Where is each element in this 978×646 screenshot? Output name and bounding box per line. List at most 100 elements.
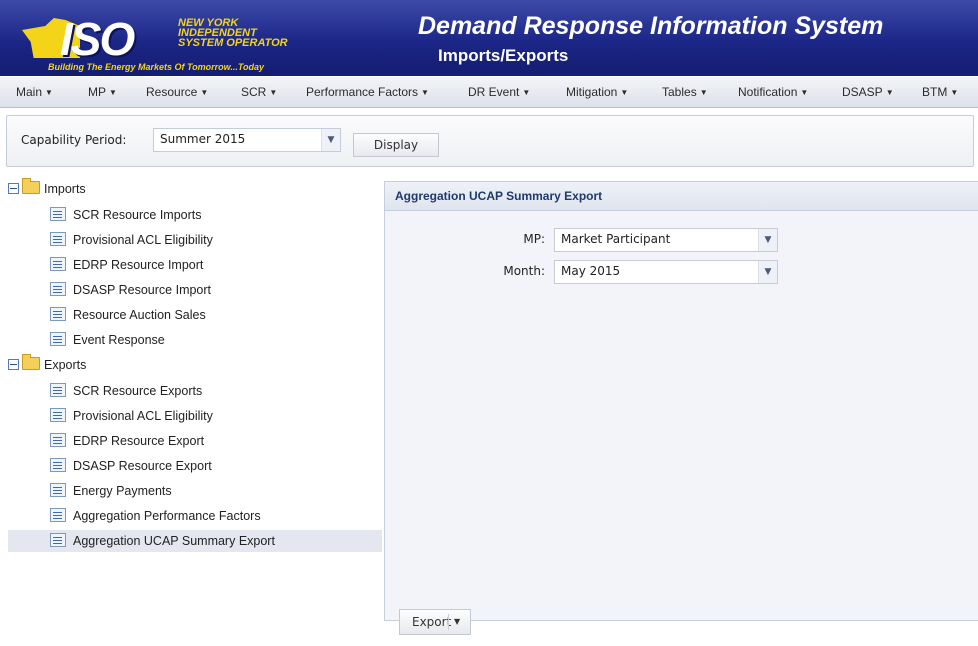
menu-tables[interactable]: Tables ▼ <box>662 85 708 99</box>
tree-item-provisional-acl-eligibility-export[interactable]: Provisional ACL Eligibility <box>50 405 213 427</box>
export-split-button[interactable]: Export ▼ <box>399 609 471 635</box>
caret-down-icon: ▼ <box>800 88 809 97</box>
list-document-icon <box>50 307 66 321</box>
list-document-icon <box>50 533 66 547</box>
collapse-icon[interactable] <box>8 183 19 194</box>
tree-item-resource-auction-sales[interactable]: Resource Auction Sales <box>50 304 206 326</box>
menu-dr-event[interactable]: DR Event ▼ <box>468 85 530 99</box>
caret-down-icon: ▼ <box>620 88 629 97</box>
panel-title: Aggregation UCAP Summary Export <box>385 182 978 211</box>
tree-item-label: Energy Payments <box>73 484 172 498</box>
aggregation-ucap-summary-export-panel: Aggregation UCAP Summary Export MP: Mark… <box>384 181 978 635</box>
tree-item-label: Resource Auction Sales <box>73 308 206 322</box>
caret-down-icon: ▼ <box>200 88 209 97</box>
list-document-icon <box>50 383 66 397</box>
caret-down-icon: ▼ <box>45 88 53 97</box>
menu-btm[interactable]: BTM ▼ <box>922 85 958 99</box>
chevron-down-icon[interactable]: ▼ <box>758 229 777 251</box>
mp-label: MP: <box>523 232 545 246</box>
tree-item-label: DSASP Resource Import <box>73 283 212 297</box>
list-document-icon <box>50 257 66 271</box>
tree-item-label: Event Response <box>73 333 165 347</box>
caret-down-icon: ▼ <box>950 88 959 97</box>
tree-item-edrp-resource-import[interactable]: EDRP Resource Import <box>50 254 203 276</box>
tree-item-dsasp-resource-import[interactable]: DSASP Resource Import <box>50 279 211 301</box>
menu-notification-label: Notification <box>738 85 798 99</box>
list-document-icon <box>50 433 66 447</box>
tree-group-exports-label: Exports <box>44 358 87 372</box>
tree-item-provisional-acl-eligibility-import[interactable]: Provisional ACL Eligibility <box>50 229 213 251</box>
menu-performance-factors[interactable]: Performance Factors ▼ <box>306 85 429 99</box>
logo-org-line-3: SYSTEM OPERATOR <box>178 37 288 49</box>
menu-scr[interactable]: SCR ▼ <box>241 85 277 99</box>
month-value: May 2015 <box>561 264 621 278</box>
capability-period-label: Capability Period: <box>21 133 127 147</box>
main-menu-bar: Main ▼ MP ▼ Resource ▼ SCR ▼ Performance Fac… <box>0 77 978 108</box>
chevron-down-icon[interactable]: ▼ <box>321 129 340 151</box>
tree-group-exports[interactable]: Exports <box>8 354 87 374</box>
imports-exports-tree: Imports SCR Resource Imports Provisional… <box>6 178 382 618</box>
tree-item-label: Provisional ACL Eligibility <box>73 409 213 423</box>
logo-org-name: NEW YORK INDEPENDENT SYSTEM OPERATOR <box>178 18 288 49</box>
menu-performance-factors-label: Performance Factors <box>306 85 419 99</box>
mp-select[interactable]: Market Participant ▼ <box>554 228 778 252</box>
tree-item-label: Aggregation UCAP Summary Export <box>73 534 275 548</box>
tree-item-scr-resource-imports[interactable]: SCR Resource Imports <box>50 204 202 226</box>
logo-text: ISO <box>60 13 135 65</box>
list-document-icon <box>50 232 66 246</box>
menu-mitigation[interactable]: Mitigation ▼ <box>566 85 628 99</box>
caret-down-icon: ▼ <box>885 88 894 97</box>
header-banner: ISO NEW YORK INDEPENDENT SYSTEM OPERATOR… <box>0 0 978 76</box>
menu-mitigation-label: Mitigation <box>566 85 618 99</box>
tree-item-label: Aggregation Performance Factors <box>73 509 261 523</box>
capability-period-select[interactable]: Summer 2015 ▼ <box>153 128 341 152</box>
tree-item-aggregation-ucap-summary-export[interactable]: Aggregation UCAP Summary Export <box>8 530 382 552</box>
menu-dsasp[interactable]: DSASP ▼ <box>842 85 894 99</box>
list-document-icon <box>50 332 66 346</box>
tree-item-edrp-resource-export[interactable]: EDRP Resource Export <box>50 430 204 452</box>
menu-tables-label: Tables <box>662 85 697 99</box>
caret-down-icon: ▼ <box>269 88 278 97</box>
tree-item-energy-payments[interactable]: Energy Payments <box>50 480 172 502</box>
nyiso-logo: ISO NEW YORK INDEPENDENT SYSTEM OPERATOR… <box>8 4 394 74</box>
tree-item-label: EDRP Resource Export <box>73 434 205 448</box>
folder-icon <box>22 354 40 370</box>
caret-down-icon: ▼ <box>699 88 708 97</box>
tree-item-aggregation-performance-factors[interactable]: Aggregation Performance Factors <box>50 505 261 527</box>
menu-mp[interactable]: MP ▼ <box>88 85 117 99</box>
chevron-down-icon[interactable]: ▼ <box>758 261 777 283</box>
mp-value: Market Participant <box>561 232 671 246</box>
collapse-icon[interactable] <box>8 359 19 370</box>
tree-group-imports[interactable]: Imports <box>8 178 86 198</box>
button-divider <box>448 614 449 630</box>
capability-period-value: Summer 2015 <box>160 132 246 146</box>
tree-item-label: Provisional ACL Eligibility <box>73 233 213 247</box>
tree-group-imports-label: Imports <box>44 182 86 196</box>
caret-down-icon[interactable]: ▼ <box>454 610 460 634</box>
month-label: Month: <box>503 264 545 278</box>
caret-down-icon: ▼ <box>522 88 531 97</box>
caret-down-icon: ▼ <box>421 88 429 97</box>
menu-dr-event-label: DR Event <box>468 85 520 99</box>
display-button[interactable]: Display <box>353 133 439 157</box>
menu-main[interactable]: Main ▼ <box>16 85 53 99</box>
tree-item-scr-resource-exports[interactable]: SCR Resource Exports <box>50 380 202 402</box>
capability-period-toolbar: Capability Period: Summer 2015 ▼ Display <box>6 115 974 167</box>
month-select[interactable]: May 2015 ▼ <box>554 260 778 284</box>
tree-item-event-response[interactable]: Event Response <box>50 329 165 351</box>
menu-btm-label: BTM <box>922 85 948 99</box>
tree-item-label: SCR Resource Exports <box>73 384 203 398</box>
app-title: Demand Response Information System <box>418 12 884 40</box>
list-document-icon <box>50 207 66 221</box>
tree-item-dsasp-resource-export[interactable]: DSASP Resource Export <box>50 455 212 477</box>
list-document-icon <box>50 483 66 497</box>
menu-notification[interactable]: Notification ▼ <box>738 85 808 99</box>
list-document-icon <box>50 282 66 296</box>
list-document-icon <box>50 458 66 472</box>
tree-item-label: DSASP Resource Export <box>73 459 212 473</box>
list-document-icon <box>50 408 66 422</box>
folder-icon <box>22 178 40 194</box>
menu-resource-label: Resource <box>146 85 198 99</box>
page-subtitle: Imports/Exports <box>438 46 569 65</box>
menu-resource[interactable]: Resource ▼ <box>146 85 208 99</box>
